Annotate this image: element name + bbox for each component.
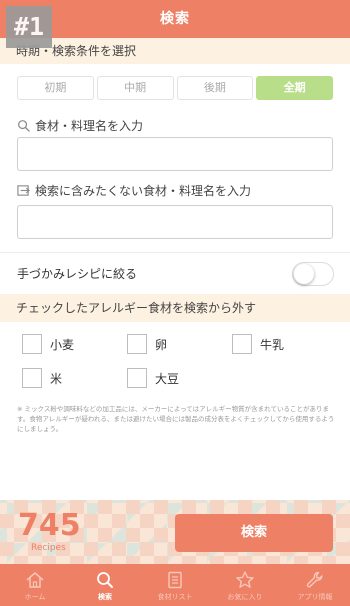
search-button[interactable]: 検索 (175, 514, 333, 552)
allergen-label: 小麦 (50, 337, 75, 352)
allergen-item-egg[interactable]: 卵 (127, 334, 167, 354)
ingredient-search-label: 食材・料理名を入力 (17, 117, 143, 134)
allergen-item-milk[interactable]: 牛乳 (232, 334, 284, 354)
allergen-checkbox[interactable] (127, 368, 147, 388)
period-option-middle[interactable]: 中期 (96, 76, 174, 100)
header-bar: 検索 (0, 0, 350, 38)
allergen-item-wheat[interactable]: 小麦 (22, 334, 74, 354)
list-icon (165, 570, 185, 590)
tab-label: お気に入り (227, 593, 263, 601)
tab-label: アプリ情報 (297, 593, 333, 601)
tab-home[interactable]: ホーム (0, 564, 70, 606)
result-bar: 745 Recipes 検索 (0, 500, 350, 564)
exclude-search-label: 検索に含みたくない食材・料理名を入力 (17, 182, 251, 199)
allergen-checkbox[interactable] (127, 334, 147, 354)
ingredient-search-input[interactable] (17, 137, 333, 171)
allergen-label: 卵 (155, 337, 168, 352)
toggle-knob (294, 264, 314, 284)
divider (0, 252, 350, 253)
allergen-checkbox[interactable] (22, 368, 42, 388)
allergen-item-soy[interactable]: 大豆 (127, 368, 179, 388)
tab-favorites[interactable]: お気に入り (210, 564, 280, 606)
allergen-item-rice[interactable]: 米 (22, 368, 62, 388)
period-option-early[interactable]: 初期 (17, 76, 94, 100)
tab-app-info[interactable]: アプリ情報 (280, 564, 350, 606)
search-icon (95, 570, 115, 590)
home-icon (25, 570, 45, 590)
tab-label: ホーム (24, 593, 46, 601)
exclude-icon (17, 184, 30, 197)
period-selector: 初期 中期 後期 全期 (17, 76, 333, 100)
page-title: 検索 (160, 11, 190, 27)
ingredient-search-label-text: 食材・料理名を入力 (35, 119, 144, 133)
allergen-label: 米 (50, 371, 63, 386)
allergen-label: 牛乳 (260, 337, 285, 352)
star-icon (235, 570, 255, 590)
tab-bar: ホーム 検索 食材リスト お気に入り アプリ情報 (0, 564, 350, 606)
allergen-label: 大豆 (155, 371, 180, 386)
allergen-checkbox[interactable] (22, 334, 42, 354)
finger-food-label: 手づかみレシピに絞る (17, 267, 138, 281)
finger-food-toggle[interactable] (292, 262, 334, 286)
search-icon (17, 119, 30, 132)
exclude-search-label-text: 検索に含みたくない食材・料理名を入力 (35, 184, 252, 198)
allergy-section-title: チェックしたアレルギー食材を検索から外す (0, 294, 350, 322)
period-option-late[interactable]: 後期 (176, 76, 254, 100)
tab-label: 検索 (98, 593, 112, 601)
recipe-count: 745 (18, 508, 81, 543)
screen-number-badge: #1 (6, 6, 52, 48)
tab-label: 食材リスト (157, 593, 193, 601)
tab-ingredient-list[interactable]: 食材リスト (140, 564, 210, 606)
wrench-icon (305, 570, 325, 590)
allergy-note: ※ ミックス粉や調味料などの加工品には、メーカーによってはアレルギー物質が含まれ… (17, 405, 335, 433)
allergen-checkbox[interactable] (232, 334, 252, 354)
exclude-search-input[interactable] (17, 205, 333, 239)
period-option-all[interactable]: 全期 (256, 76, 333, 100)
recipe-count-label: Recipes (31, 543, 66, 553)
tab-search[interactable]: 検索 (70, 564, 140, 606)
period-section-title: 時期・検索条件を選択 (0, 38, 350, 64)
